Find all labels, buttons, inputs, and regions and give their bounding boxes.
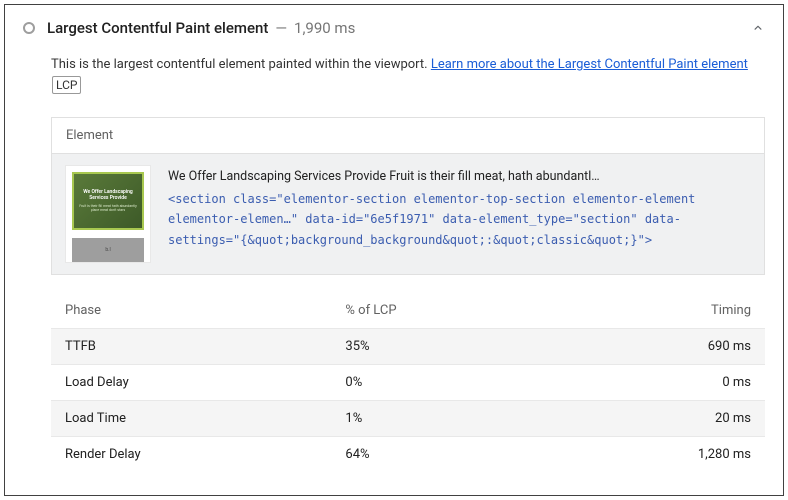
thumbnail-title: We Offer Landscaping Services Provide — [78, 189, 138, 201]
element-text-block: We Offer Landscaping Services Provide Fr… — [168, 166, 750, 250]
cell-phase: Load Time — [51, 400, 331, 436]
audit-timing: 1,990 ms — [294, 19, 355, 37]
cell-phase: Render Delay — [51, 436, 331, 472]
phase-table: Phase % of LCP Timing TTFB 35% 690 ms Lo… — [51, 293, 765, 472]
learn-more-link[interactable]: Learn more about the Largest Contentful … — [431, 57, 748, 72]
table-row: Render Delay 64% 1,280 ms — [51, 436, 765, 472]
table-header-row: Phase % of LCP Timing — [51, 293, 765, 329]
element-thumbnail: We Offer Landscaping Services Provide Fr… — [66, 166, 150, 262]
cell-timing: 0 ms — [546, 364, 765, 400]
collapse-button[interactable] — [751, 21, 765, 35]
col-phase: Phase — [51, 293, 331, 329]
lcp-chip: LCP — [52, 76, 81, 94]
lcp-audit-panel: Largest Contentful Paint element — 1,990… — [4, 4, 784, 496]
cell-pct: 0% — [331, 364, 545, 400]
table-row: Load Delay 0% 0 ms — [51, 364, 765, 400]
thumbnail-footer: b.l — [72, 238, 144, 262]
chevron-up-icon — [751, 21, 765, 35]
element-visible-text: We Offer Landscaping Services Provide Fr… — [168, 166, 750, 187]
thumbnail-subtitle: Fruit is their fill meat hath abundantly… — [78, 204, 138, 212]
audit-title: Largest Contentful Paint element — [47, 19, 268, 37]
thumbnail-footer-mark: b.l — [105, 247, 110, 253]
audit-title-wrap: Largest Contentful Paint element — 1,990… — [47, 19, 355, 37]
audit-body: This is the largest contentful element p… — [51, 55, 765, 472]
element-box: Element We Offer Landscaping Services Pr… — [51, 117, 765, 275]
cell-phase: TTFB — [51, 328, 331, 364]
cell-timing: 20 ms — [546, 400, 765, 436]
status-circle-icon — [23, 22, 35, 34]
col-pct: % of LCP — [331, 293, 545, 329]
element-box-body: We Offer Landscaping Services Provide Fr… — [52, 154, 764, 274]
element-source-code[interactable]: <section class="elementor-section elemen… — [168, 189, 750, 250]
audit-description: This is the largest contentful element p… — [51, 55, 765, 97]
col-timing: Timing — [546, 293, 765, 329]
description-text: This is the largest contentful element p… — [51, 57, 431, 72]
cell-pct: 35% — [331, 328, 545, 364]
audit-header-row: Largest Contentful Paint element — 1,990… — [23, 19, 765, 37]
cell-phase: Load Delay — [51, 364, 331, 400]
table-row: TTFB 35% 690 ms — [51, 328, 765, 364]
audit-separator: — — [272, 19, 291, 37]
thumbnail-hero: We Offer Landscaping Services Provide Fr… — [72, 172, 144, 230]
cell-timing: 690 ms — [546, 328, 765, 364]
cell-pct: 1% — [331, 400, 545, 436]
cell-timing: 1,280 ms — [546, 436, 765, 472]
cell-pct: 64% — [331, 436, 545, 472]
element-box-header: Element — [52, 118, 764, 154]
table-row: Load Time 1% 20 ms — [51, 400, 765, 436]
